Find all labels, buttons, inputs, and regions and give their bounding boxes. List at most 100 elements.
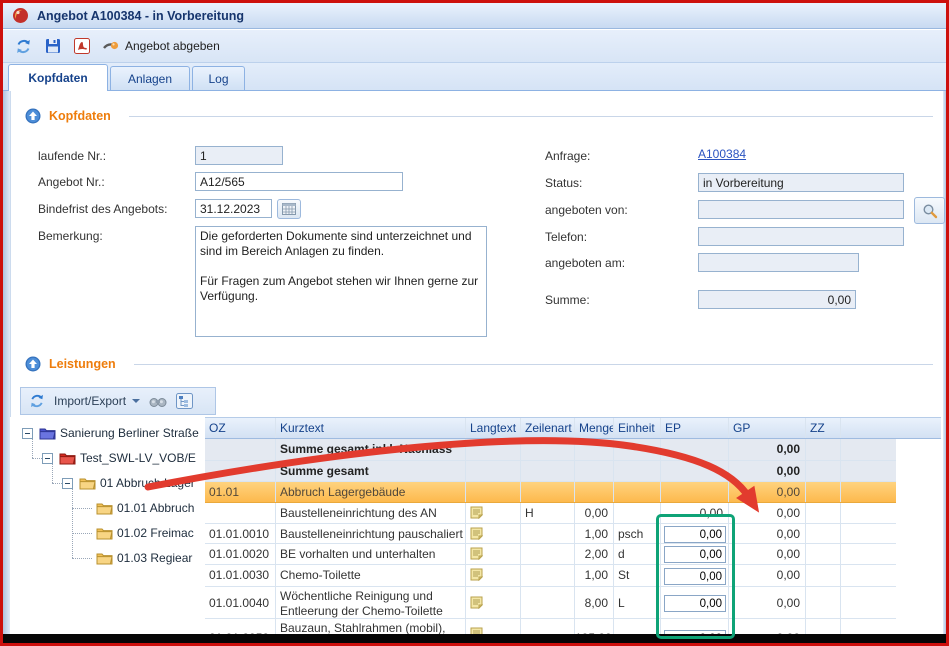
laufende-nr-input[interactable] — [195, 146, 283, 165]
binoculars-icon[interactable] — [149, 395, 167, 408]
screenshot-frame: Angebot A100384 - in Vorbereitung — [0, 0, 949, 646]
angeboten-von-input[interactable] — [698, 200, 904, 219]
ep-input[interactable] — [664, 595, 726, 612]
col-oz[interactable]: OZ — [205, 418, 276, 438]
langtext-note-icon[interactable] — [470, 506, 483, 519]
langtext-note-icon[interactable] — [470, 527, 483, 540]
status-label: Status: — [545, 176, 582, 190]
col-zz[interactable]: ZZ — [806, 418, 841, 438]
tree-node-lv[interactable]: Test_SWL-LV_VOB/E — [59, 448, 196, 468]
summe-input[interactable] — [698, 290, 856, 309]
submit-icon — [103, 39, 119, 53]
lv-tree-panel: Sanierung Berliner Straße Test_SWL-LV_VO… — [10, 417, 203, 634]
pdf-icon[interactable] — [74, 38, 90, 54]
table-row-group-0101[interactable]: 01.01 Abbruch Lagergebäude 0,00 — [205, 482, 896, 503]
search-contact-button[interactable] — [914, 197, 945, 224]
angeboten-von-label: angeboten von: — [545, 203, 628, 217]
col-einheit[interactable]: Einheit — [614, 418, 661, 438]
col-menge[interactable]: Menge — [575, 418, 614, 438]
tree-node-01[interactable]: 01 Abbruch Lager — [79, 473, 195, 493]
ep-input[interactable] — [664, 526, 726, 543]
tree-node-0102[interactable]: 01.02 Freimac — [96, 523, 194, 543]
bottom-letterbox — [3, 634, 946, 643]
collapse-up-icon[interactable] — [25, 356, 41, 372]
ep-input[interactable] — [664, 568, 726, 585]
tree-expander[interactable] — [62, 478, 73, 489]
bemerkung-textarea[interactable]: Die geforderten Dokumente sind unterzeic… — [195, 226, 487, 337]
import-export-label: Import/Export — [54, 394, 126, 408]
leistungen-section-title: Leistungen — [49, 357, 116, 371]
angebot-nr-label: Angebot Nr.: — [38, 175, 105, 189]
submit-offer-button[interactable]: Angebot abgeben — [103, 39, 220, 53]
folder-icon — [79, 476, 96, 490]
folder-icon — [59, 451, 76, 465]
table-row-0030[interactable]: 01.01.0030 Chemo-Toilette 1,00 St 0,00 — [205, 565, 896, 587]
col-zeilenart[interactable]: Zeilenart — [521, 418, 575, 438]
col-ep[interactable]: EP — [661, 418, 729, 438]
calendar-icon — [282, 203, 296, 215]
table-row-sum-nachlass: Summe gesamt inkl. Nachlass 0,00 — [205, 439, 896, 461]
angebot-nr-input[interactable] — [195, 172, 403, 191]
tree-expander[interactable] — [42, 453, 53, 464]
tree-node-project[interactable]: Sanierung Berliner Straße — [39, 423, 199, 443]
tree-view-icon[interactable] — [176, 393, 193, 409]
status-input[interactable] — [698, 173, 904, 192]
anfrage-label: Anfrage: — [545, 149, 590, 163]
langtext-note-icon[interactable] — [470, 596, 483, 609]
angeboten-am-label: angeboten am: — [545, 256, 625, 270]
grid-body: Summe gesamt inkl. Nachlass 0,00 Summe g… — [205, 439, 896, 634]
folder-icon — [96, 526, 113, 540]
collapse-up-icon[interactable] — [25, 108, 41, 124]
bindefrist-input[interactable] — [195, 199, 272, 218]
table-row-hinweis[interactable]: Baustelleneinrichtung des AN H 0,00 0,00… — [205, 503, 896, 524]
col-kurztext[interactable]: Kurztext — [276, 418, 466, 438]
langtext-note-icon[interactable] — [470, 627, 483, 634]
langtext-note-icon[interactable] — [470, 547, 483, 560]
table-row-0020[interactable]: 01.01.0020 BE vorhalten und unterhalten … — [205, 544, 896, 565]
magnifier-icon — [922, 203, 938, 219]
tree-expander[interactable] — [22, 428, 33, 439]
telefon-label: Telefon: — [545, 230, 587, 244]
save-icon[interactable] — [45, 38, 61, 54]
leistungen-section-header: Leistungen — [25, 356, 933, 372]
grid-header: OZ Kurztext Langtext Zeilenart Menge Ein… — [205, 417, 941, 439]
laufende-nr-label: laufende Nr.: — [38, 149, 106, 163]
import-export-button[interactable]: Import/Export — [54, 394, 140, 408]
table-row-0050[interactable]: 01.01.0050 Bauzaun, Stahlrahmen (mobil),… — [205, 619, 896, 634]
chevron-down-icon — [132, 399, 140, 403]
table-row-sum-gesamt: Summe gesamt 0,00 — [205, 461, 896, 482]
tab-anlagen[interactable]: Anlagen — [110, 66, 190, 91]
telefon-input[interactable] — [698, 227, 904, 246]
bemerkung-label: Bemerkung: — [38, 229, 103, 243]
kopfdaten-section-title: Kopfdaten — [49, 109, 111, 123]
app-logo-icon — [12, 7, 29, 24]
table-row-0010[interactable]: 01.01.0010 Baustelleneinrichtung pauscha… — [205, 524, 896, 544]
folder-icon — [96, 551, 113, 565]
summe-label: Summe: — [545, 293, 590, 307]
kopfdaten-section-header: Kopfdaten — [25, 108, 933, 124]
window-title: Angebot A100384 - in Vorbereitung — [37, 9, 244, 23]
angeboten-am-input[interactable] — [698, 253, 859, 272]
leistungen-toolbar: Import/Export — [20, 387, 216, 415]
calendar-button[interactable] — [277, 199, 301, 219]
refresh-icon[interactable] — [15, 38, 32, 55]
positions-grid: OZ Kurztext Langtext Zeilenart Menge Ein… — [205, 417, 941, 634]
tree-node-0103[interactable]: 01.03 Regiear — [96, 548, 192, 568]
anfrage-link[interactable]: A100384 — [698, 147, 746, 161]
tab-log[interactable]: Log — [192, 66, 245, 91]
main-toolbar: Angebot abgeben — [3, 30, 946, 63]
langtext-note-icon[interactable] — [470, 568, 483, 581]
folder-icon — [39, 426, 56, 440]
tab-kopfdaten[interactable]: Kopfdaten — [8, 64, 108, 91]
bindefrist-label: Bindefrist des Angebots: — [38, 202, 167, 216]
tree-node-0101[interactable]: 01.01 Abbruch — [96, 498, 194, 518]
col-gp[interactable]: GP — [729, 418, 806, 438]
ep-input[interactable] — [664, 546, 726, 563]
window-right-edge — [943, 91, 946, 634]
title-bar: Angebot A100384 - in Vorbereitung — [3, 3, 946, 29]
col-langtext[interactable]: Langtext — [466, 418, 521, 438]
app-window: Angebot A100384 - in Vorbereitung — [3, 3, 946, 634]
refresh-icon[interactable] — [29, 393, 45, 409]
folder-icon — [96, 501, 113, 515]
table-row-0040[interactable]: 01.01.0040 Wöchentliche Reinigung undEnt… — [205, 587, 896, 619]
